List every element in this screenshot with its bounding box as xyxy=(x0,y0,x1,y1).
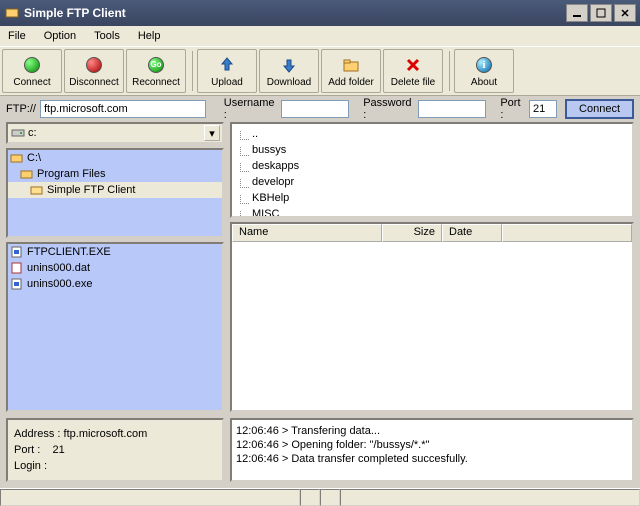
minimize-button[interactable] xyxy=(566,4,588,22)
password-input[interactable] xyxy=(418,100,486,118)
info-panel: Address : ftp.microsoft.com Port : 21 Lo… xyxy=(6,418,224,482)
toolbar: Connect Disconnect Go Reconnect Upload D… xyxy=(0,46,640,96)
download-icon xyxy=(279,55,299,75)
remote-folder[interactable]: KBHelp xyxy=(236,192,628,208)
menubar: File Option Tools Help xyxy=(0,26,640,46)
drive-select[interactable]: c: ▾ xyxy=(6,122,224,144)
username-label: Username : xyxy=(224,97,277,121)
close-button[interactable] xyxy=(614,4,636,22)
info-address-label: Address : xyxy=(14,428,60,440)
ftp-label: FTP:// xyxy=(6,103,36,115)
window-title: Simple FTP Client xyxy=(24,6,564,20)
host-input[interactable] xyxy=(40,100,206,118)
titlebar: Simple FTP Client xyxy=(0,0,640,26)
log-line: 12:06:46 > Data transfer completed succe… xyxy=(236,452,628,466)
connection-row: FTP:// Username : Password : Port : Conn… xyxy=(0,96,640,122)
menu-option[interactable]: Option xyxy=(40,28,80,44)
about-button[interactable]: i About xyxy=(454,49,514,93)
connect-button[interactable]: Connect xyxy=(2,49,62,93)
drive-label: c: xyxy=(28,127,37,139)
upload-icon xyxy=(217,55,237,75)
statusbar xyxy=(0,488,640,506)
disconnect-icon xyxy=(84,55,104,75)
connect-submit-button[interactable]: Connect xyxy=(565,99,634,119)
remote-folder-list[interactable]: .. bussys deskapps developr KBHelp MISC xyxy=(230,122,634,218)
status-cell xyxy=(320,489,340,506)
info-port: 21 xyxy=(53,444,65,456)
maximize-button[interactable] xyxy=(590,4,612,22)
status-cell xyxy=(0,489,300,506)
connect-icon xyxy=(22,55,42,75)
addfolder-button[interactable]: Add folder xyxy=(321,49,381,93)
status-cell xyxy=(340,489,640,506)
menu-help[interactable]: Help xyxy=(134,28,165,44)
table-header: Name Size Date xyxy=(232,224,632,242)
log-line: 12:06:46 > Transfering data... xyxy=(236,424,628,438)
col-date[interactable]: Date xyxy=(442,224,502,242)
folder-item[interactable]: Program Files xyxy=(8,166,222,182)
file-item[interactable]: unins000.dat xyxy=(8,260,222,276)
file-item[interactable]: FTPCLIENT.EXE xyxy=(8,244,222,260)
about-icon: i xyxy=(474,55,494,75)
deletefile-button[interactable]: Delete file xyxy=(383,49,443,93)
chevron-down-icon[interactable]: ▾ xyxy=(204,125,220,141)
status-cell xyxy=(300,489,320,506)
remote-folder[interactable]: developr xyxy=(236,176,628,192)
deletefile-icon xyxy=(403,55,423,75)
info-login-label: Login : xyxy=(14,460,47,472)
local-folder-tree[interactable]: C:\ Program Files Simple FTP Client xyxy=(6,148,224,238)
password-label: Password : xyxy=(363,97,414,121)
reconnect-button[interactable]: Go Reconnect xyxy=(126,49,186,93)
remote-up[interactable]: .. xyxy=(236,128,628,144)
log-panel[interactable]: 12:06:46 > Transfering data... 12:06:46 … xyxy=(230,418,634,482)
col-size[interactable]: Size xyxy=(382,224,442,242)
menu-tools[interactable]: Tools xyxy=(90,28,124,44)
port-input[interactable] xyxy=(529,100,557,118)
file-item[interactable]: unins000.exe xyxy=(8,276,222,292)
remote-file-table[interactable]: Name Size Date xyxy=(230,222,634,412)
menu-file[interactable]: File xyxy=(4,28,30,44)
username-input[interactable] xyxy=(281,100,349,118)
remote-folder[interactable]: deskapps xyxy=(236,160,628,176)
log-line: 12:06:46 > Opening folder: "/bussys/*.*" xyxy=(236,438,628,452)
remote-folder[interactable]: bussys xyxy=(236,144,628,160)
folder-item-selected[interactable]: Simple FTP Client xyxy=(8,182,222,198)
drive-icon xyxy=(11,127,25,139)
col-blank xyxy=(502,224,632,242)
remote-folder[interactable]: MISC xyxy=(236,208,628,218)
col-name[interactable]: Name xyxy=(232,224,382,242)
info-address: ftp.microsoft.com xyxy=(64,428,148,440)
disconnect-button[interactable]: Disconnect xyxy=(64,49,124,93)
app-icon xyxy=(4,5,20,21)
folder-item[interactable]: C:\ xyxy=(8,150,222,166)
addfolder-icon xyxy=(341,55,361,75)
upload-button[interactable]: Upload xyxy=(197,49,257,93)
download-button[interactable]: Download xyxy=(259,49,319,93)
info-port-label: Port : xyxy=(14,444,40,456)
reconnect-icon: Go xyxy=(146,55,166,75)
port-label: Port : xyxy=(500,97,525,121)
local-file-list[interactable]: FTPCLIENT.EXE unins000.dat unins000.exe xyxy=(6,242,224,412)
